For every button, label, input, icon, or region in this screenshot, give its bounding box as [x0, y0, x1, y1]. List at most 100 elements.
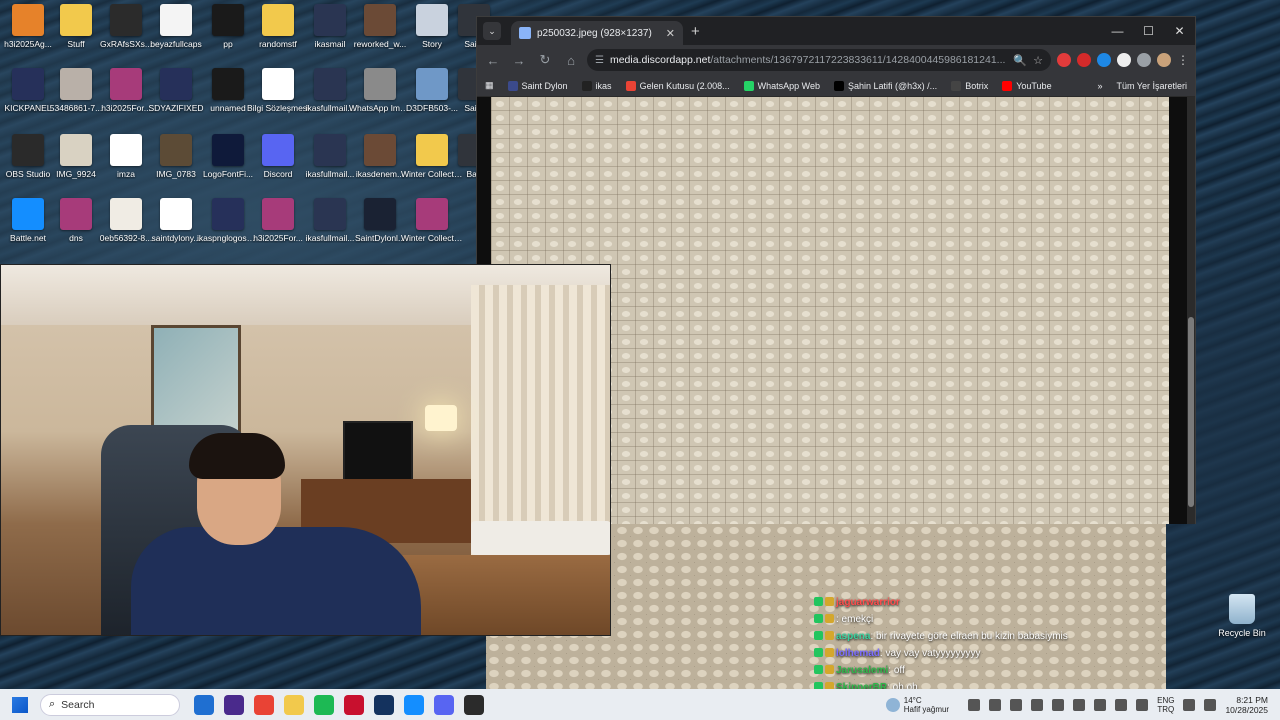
desktop-icon[interactable]: h3i2025For...	[98, 68, 154, 130]
desktop-icon[interactable]: SDYAZIFIXED	[148, 68, 204, 130]
tab-active[interactable]: p250032.jpeg (928×1237) ✕	[511, 21, 683, 45]
site-info-icon[interactable]: ☰	[595, 55, 604, 66]
desktop-icon[interactable]: imza	[98, 134, 154, 196]
taskbar-search[interactable]: ⌕ Search	[40, 693, 180, 716]
desktop-icon[interactable]: Winter Collection	[401, 198, 463, 260]
desktop-icon[interactable]: WhatsApp Image 2025...	[349, 68, 411, 130]
desktop-icon[interactable]: dns	[48, 198, 104, 260]
desktop-icon[interactable]: Bilgi Sözleşmesi	[247, 68, 309, 130]
microphone-icon[interactable]	[1136, 698, 1149, 711]
new-tab-button[interactable]: +	[691, 23, 700, 40]
desktop-icon[interactable]: ikasdenem...	[352, 134, 408, 196]
webcam-feed	[0, 264, 611, 636]
forward-icon[interactable]: →	[509, 53, 529, 68]
volume-icon[interactable]	[1204, 698, 1217, 711]
zoom-icon[interactable]: 🔍	[1013, 54, 1027, 67]
profile-avatar[interactable]	[1157, 53, 1171, 67]
scrollbar-thumb[interactable]	[1188, 317, 1194, 507]
taskbar-app-icon[interactable]	[194, 694, 214, 715]
tray-icon[interactable]	[968, 698, 981, 711]
desktop-icon[interactable]: randomstf	[250, 4, 306, 66]
extension-red-icon[interactable]	[1057, 53, 1071, 67]
desktop-icon[interactable]: GxRAfsSXs...	[98, 4, 154, 66]
desktop-icon[interactable]: unnamed	[200, 68, 256, 130]
taskbar-app-icon[interactable]	[374, 694, 394, 715]
clock[interactable]: 8:21 PM 10/28/2025	[1225, 695, 1268, 715]
bookmark-item[interactable]: WhatsApp Web	[743, 80, 820, 91]
desktop-icon[interactable]: Stuff	[48, 4, 104, 66]
tab-close-icon[interactable]: ✕	[666, 27, 675, 40]
taskbar-app-icon[interactable]	[434, 694, 454, 715]
desktop-icon[interactable]: h3i2025For...	[250, 198, 306, 260]
tab-search-icon[interactable]: ⌄	[483, 22, 501, 40]
bookmark-item[interactable]: ikas	[581, 80, 612, 91]
all-bookmarks-button[interactable]: Tüm Yer İşaretleri	[1116, 81, 1187, 91]
file-icon	[60, 4, 92, 36]
extension-shield-icon[interactable]	[1077, 53, 1091, 67]
weather-widget[interactable]: 14°C Hafif yağmur	[885, 696, 949, 714]
extensions-puzzle-icon[interactable]	[1137, 53, 1151, 67]
desktop-icon[interactable]: beyazfullcaps	[148, 4, 204, 66]
taskbar-app-icon[interactable]	[314, 694, 334, 715]
desktop-icon[interactable]: pp	[200, 4, 256, 66]
close-window-icon[interactable]: ✕	[1164, 24, 1195, 38]
minimize-icon[interactable]: —	[1102, 24, 1133, 38]
tray-icon[interactable]	[1052, 698, 1065, 711]
maximize-icon[interactable]: ☐	[1133, 24, 1164, 38]
desktop-icon[interactable]: IMG_9924	[48, 134, 104, 196]
desktop-icon[interactable]: 53486861-7...	[48, 68, 104, 130]
tray-icon[interactable]	[1010, 698, 1023, 711]
desktop-icon[interactable]: IMG_0783	[148, 134, 204, 196]
bookmark-star-icon[interactable]: ☆	[1033, 54, 1043, 67]
desktop-icon[interactable]: ikasfullmail...	[302, 134, 358, 196]
extension-translate-icon[interactable]	[1097, 53, 1111, 67]
vertical-scrollbar[interactable]	[1187, 97, 1195, 524]
address-bar[interactable]: ☰ media.discordapp.net/attachments/13679…	[587, 49, 1051, 71]
menu-kebab-icon[interactable]: ⋮	[1177, 53, 1189, 67]
bookmark-item[interactable]: Gelen Kutusu (2.008...	[625, 80, 730, 91]
tray-icon[interactable]	[989, 698, 1002, 711]
desktop-icon[interactable]: Discord	[250, 134, 306, 196]
back-icon[interactable]: ←	[483, 53, 503, 68]
desktop-icon[interactable]: ikasmail	[302, 4, 358, 66]
bookmark-item[interactable]: YouTube	[1002, 80, 1052, 91]
home-icon[interactable]: ⌂	[561, 53, 581, 68]
extension-diamond-icon[interactable]	[1117, 53, 1131, 67]
network-icon[interactable]	[1183, 698, 1196, 711]
chat-username[interactable]: lolhemad	[836, 648, 880, 659]
more-bookmarks-button[interactable]: »	[1097, 81, 1102, 91]
chat-username[interactable]: aspena	[836, 631, 870, 642]
tray-icon[interactable]	[1073, 698, 1086, 711]
taskbar-app-icon[interactable]	[404, 694, 424, 715]
tray-icon[interactable]	[1094, 698, 1107, 711]
apps-grid-icon[interactable]: ▦	[485, 80, 494, 91]
windows-logo-icon	[12, 696, 28, 713]
url-host: media.discordapp.net	[609, 54, 711, 66]
tray-icon[interactable]	[1031, 698, 1044, 711]
file-icon	[262, 134, 294, 166]
taskbar-app-icon[interactable]	[284, 694, 304, 715]
taskbar-app-icon[interactable]	[224, 694, 244, 715]
recycle-bin[interactable]: Recycle Bin	[1216, 594, 1268, 638]
chat-username[interactable]: jaguarwarrior	[836, 597, 900, 608]
chat-badge-icon	[825, 631, 834, 640]
reload-icon[interactable]: ↻	[535, 52, 555, 68]
desktop-icon[interactable]: reworked_w...	[352, 4, 408, 66]
desktop-icon[interactable]: ikasfullmail...	[302, 68, 358, 130]
desktop-icon[interactable]: LogoFontFi...	[200, 134, 256, 196]
taskbar-app-icon[interactable]	[464, 694, 484, 715]
desktop-icon[interactable]: saintdylony...	[148, 198, 204, 260]
start-button[interactable]	[0, 696, 40, 713]
bookmark-item[interactable]: Saint Dylon	[507, 80, 568, 91]
desktop-icon[interactable]: SaintDylonl...	[352, 198, 408, 260]
chat-username[interactable]: Jarusalemi	[836, 665, 888, 676]
input-language[interactable]: ENG TRQ	[1157, 696, 1174, 714]
tray-icon[interactable]	[1115, 698, 1128, 711]
bookmark-item[interactable]: Şahin Latifi (@h3x) /...	[834, 80, 937, 91]
bookmark-item[interactable]: Botrix	[951, 80, 988, 91]
taskbar-app-icon[interactable]	[344, 694, 364, 715]
desktop-icon[interactable]: 0eb56392-8...	[98, 198, 154, 260]
desktop-icon[interactable]: ikaspnglogos_goodbyedp...	[197, 198, 259, 260]
taskbar-app-icon[interactable]	[254, 694, 274, 715]
desktop-icon[interactable]: ikasfullmail...	[302, 198, 358, 260]
